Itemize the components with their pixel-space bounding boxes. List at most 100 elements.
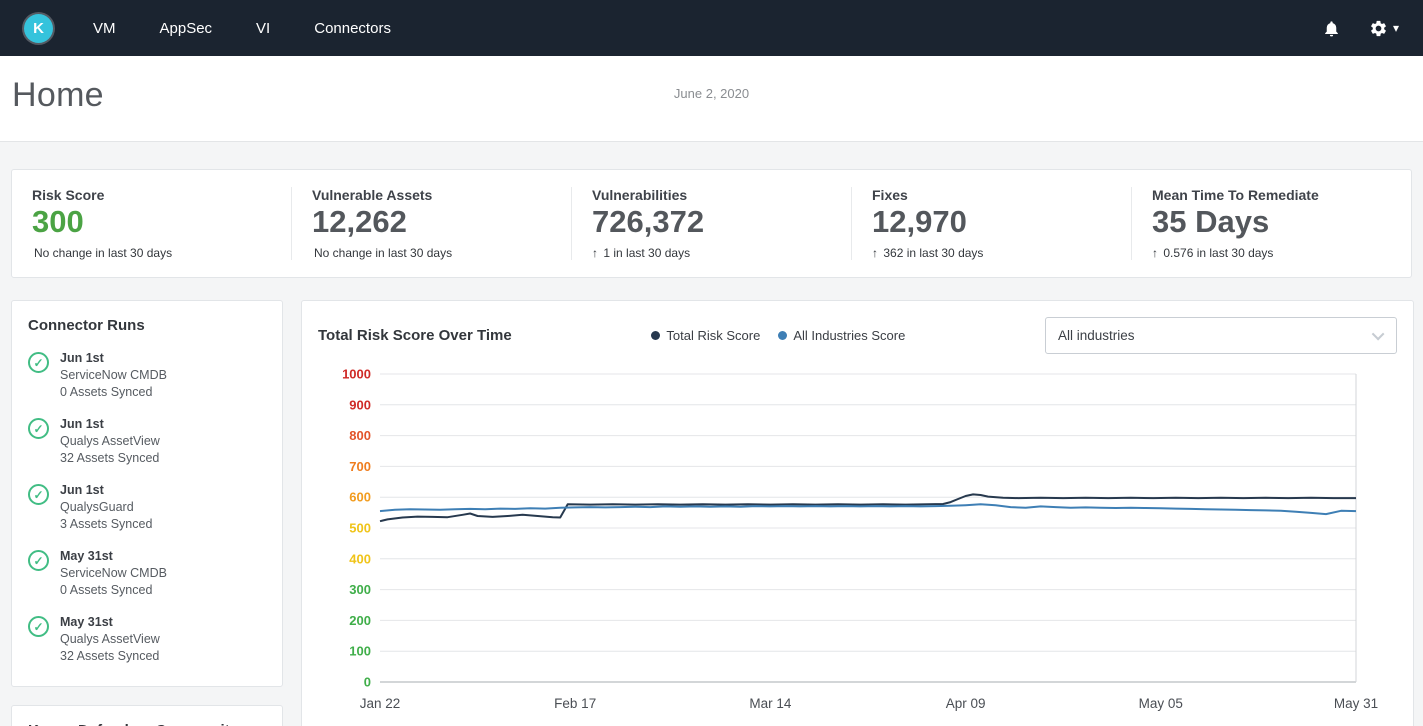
stat-value: 12,970 [872,204,1111,240]
run-date: Jun 1st [60,416,160,433]
community-title: Kenna Defenders Community [28,722,266,726]
page-date: June 2, 2020 [674,86,749,101]
nav-item-connectors[interactable]: Connectors [314,20,391,37]
legend-dot [778,331,787,340]
svg-text:700: 700 [349,459,371,474]
run-assets-synced: 0 Assets Synced [60,582,167,599]
legend-label: All Industries Score [793,328,905,343]
chart-body: 0 100 200 300 400 500 600 700 800 900 1000 Jan 22 Fe… [318,362,1397,726]
svg-text:Jan 22: Jan 22 [360,696,401,711]
risk-score-chart: 0 100 200 300 400 500 600 700 800 900 1000 Jan 22 Fe… [318,362,1397,726]
svg-text:300: 300 [349,582,371,597]
nav-item-appsec[interactable]: AppSec [160,20,213,37]
run-date: May 31st [60,614,160,631]
connector-run-item: ✓ Jun 1st ServiceNow CMDB 0 Assets Synce… [28,350,266,401]
nav-items: VM AppSec VI Connectors [93,20,391,37]
up-arrow-icon: ↑ [872,246,878,260]
up-arrow-icon: ↑ [592,246,598,260]
run-connector-name: ServiceNow CMDB [60,367,167,384]
legend-all-industries-score[interactable]: All Industries Score [778,328,905,343]
nav-item-vi[interactable]: VI [256,20,270,37]
page: K VM AppSec VI Connectors ▾ Home June 2,… [0,0,1423,726]
run-date: May 31st [60,548,167,565]
svg-text:900: 900 [349,397,371,412]
chevron-down-icon [1362,318,1396,353]
chart-legend: Total Risk Score All Industries Score [651,328,905,343]
industries-dropdown-value: All industries [1058,328,1362,343]
stat-value: 12,262 [312,204,551,240]
nav-right: ▾ [1322,19,1399,38]
svg-text:500: 500 [349,521,371,536]
connector-runs-title: Connector Runs [28,317,266,334]
legend-total-risk-score[interactable]: Total Risk Score [651,328,760,343]
run-date: Jun 1st [60,482,152,499]
svg-text:May 05: May 05 [1139,696,1183,711]
stat-label: Fixes [872,187,1111,203]
community-card: Kenna Defenders Community Become a Kenna… [11,705,283,726]
svg-text:1000: 1000 [342,367,371,382]
svg-text:800: 800 [349,428,371,443]
run-connector-name: Qualys AssetView [60,631,160,648]
svg-text:0: 0 [364,675,371,690]
run-assets-synced: 3 Assets Synced [60,516,152,533]
connector-run-item: ✓ Jun 1st QualysGuard 3 Assets Synced [28,482,266,533]
svg-text:Apr 09: Apr 09 [946,696,986,711]
check-circle-icon: ✓ [28,418,49,439]
stat-change: ↑ 362 in last 30 days [872,246,1111,260]
stat-value: 726,372 [592,204,831,240]
connector-run-item: ✓ Jun 1st Qualys AssetView 32 Assets Syn… [28,416,266,467]
legend-dot [651,331,660,340]
run-assets-synced: 32 Assets Synced [60,648,160,665]
stat-value: 35 Days [1152,204,1391,240]
stats-bar: Risk Score 300 No change in last 30 days… [11,169,1412,278]
connector-runs-card: Connector Runs ✓ Jun 1st ServiceNow CMDB… [11,300,283,687]
stat-change: ↑ 0.576 in last 30 days [1152,246,1391,260]
stat-vulnerable-assets: Vulnerable Assets 12,262 No change in la… [292,187,572,260]
caret-down-icon: ▾ [1393,21,1399,35]
run-date: Jun 1st [60,350,167,367]
industries-dropdown[interactable]: All industries [1045,317,1397,354]
left-column: Connector Runs ✓ Jun 1st ServiceNow CMDB… [11,300,283,726]
connector-run-item: ✓ May 31st Qualys AssetView 32 Assets Sy… [28,614,266,665]
bell-icon[interactable] [1322,19,1341,38]
svg-text:600: 600 [349,490,371,505]
check-circle-icon: ✓ [28,484,49,505]
up-arrow-icon: ↑ [1152,246,1158,260]
svg-text:Feb 17: Feb 17 [554,696,596,711]
run-connector-name: QualysGuard [60,499,152,516]
check-circle-icon: ✓ [28,352,49,373]
stat-change: ↑ 1 in last 30 days [592,246,831,260]
svg-text:400: 400 [349,551,371,566]
svg-text:100: 100 [349,644,371,659]
page-header: Home June 2, 2020 [0,56,1423,142]
stat-label: Risk Score [32,187,271,203]
risk-score-chart-card: Total Risk Score Over Time Total Risk Sc… [301,300,1414,726]
run-connector-name: Qualys AssetView [60,433,160,450]
run-assets-synced: 0 Assets Synced [60,384,167,401]
stat-label: Vulnerabilities [592,187,831,203]
chart-header: Total Risk Score Over Time Total Risk Sc… [318,317,1397,354]
main-content: Connector Runs ✓ Jun 1st ServiceNow CMDB… [11,300,1412,726]
stat-label: Mean Time To Remediate [1152,187,1391,203]
kenna-logo[interactable]: K [24,14,53,43]
nav-item-vm[interactable]: VM [93,20,116,37]
stat-fixes: Fixes 12,970 ↑ 362 in last 30 days [852,187,1132,260]
check-circle-icon: ✓ [28,616,49,637]
chart-title: Total Risk Score Over Time [318,327,512,344]
legend-label: Total Risk Score [666,328,760,343]
gear-icon [1369,19,1388,38]
settings-menu[interactable]: ▾ [1369,19,1399,38]
svg-text:Mar 14: Mar 14 [749,696,792,711]
connector-runs-list: ✓ Jun 1st ServiceNow CMDB 0 Assets Synce… [28,350,266,665]
stat-mttr: Mean Time To Remediate 35 Days ↑ 0.576 i… [1132,187,1411,260]
svg-text:May 31: May 31 [1334,696,1378,711]
stat-vulnerabilities: Vulnerabilities 726,372 ↑ 1 in last 30 d… [572,187,852,260]
check-circle-icon: ✓ [28,550,49,571]
svg-text:200: 200 [349,613,371,628]
stat-change: No change in last 30 days [312,246,551,260]
stat-risk-score: Risk Score 300 No change in last 30 days [12,187,292,260]
top-navbar: K VM AppSec VI Connectors ▾ [0,0,1423,56]
run-assets-synced: 32 Assets Synced [60,450,160,467]
stat-label: Vulnerable Assets [312,187,551,203]
stat-change: No change in last 30 days [32,246,271,260]
